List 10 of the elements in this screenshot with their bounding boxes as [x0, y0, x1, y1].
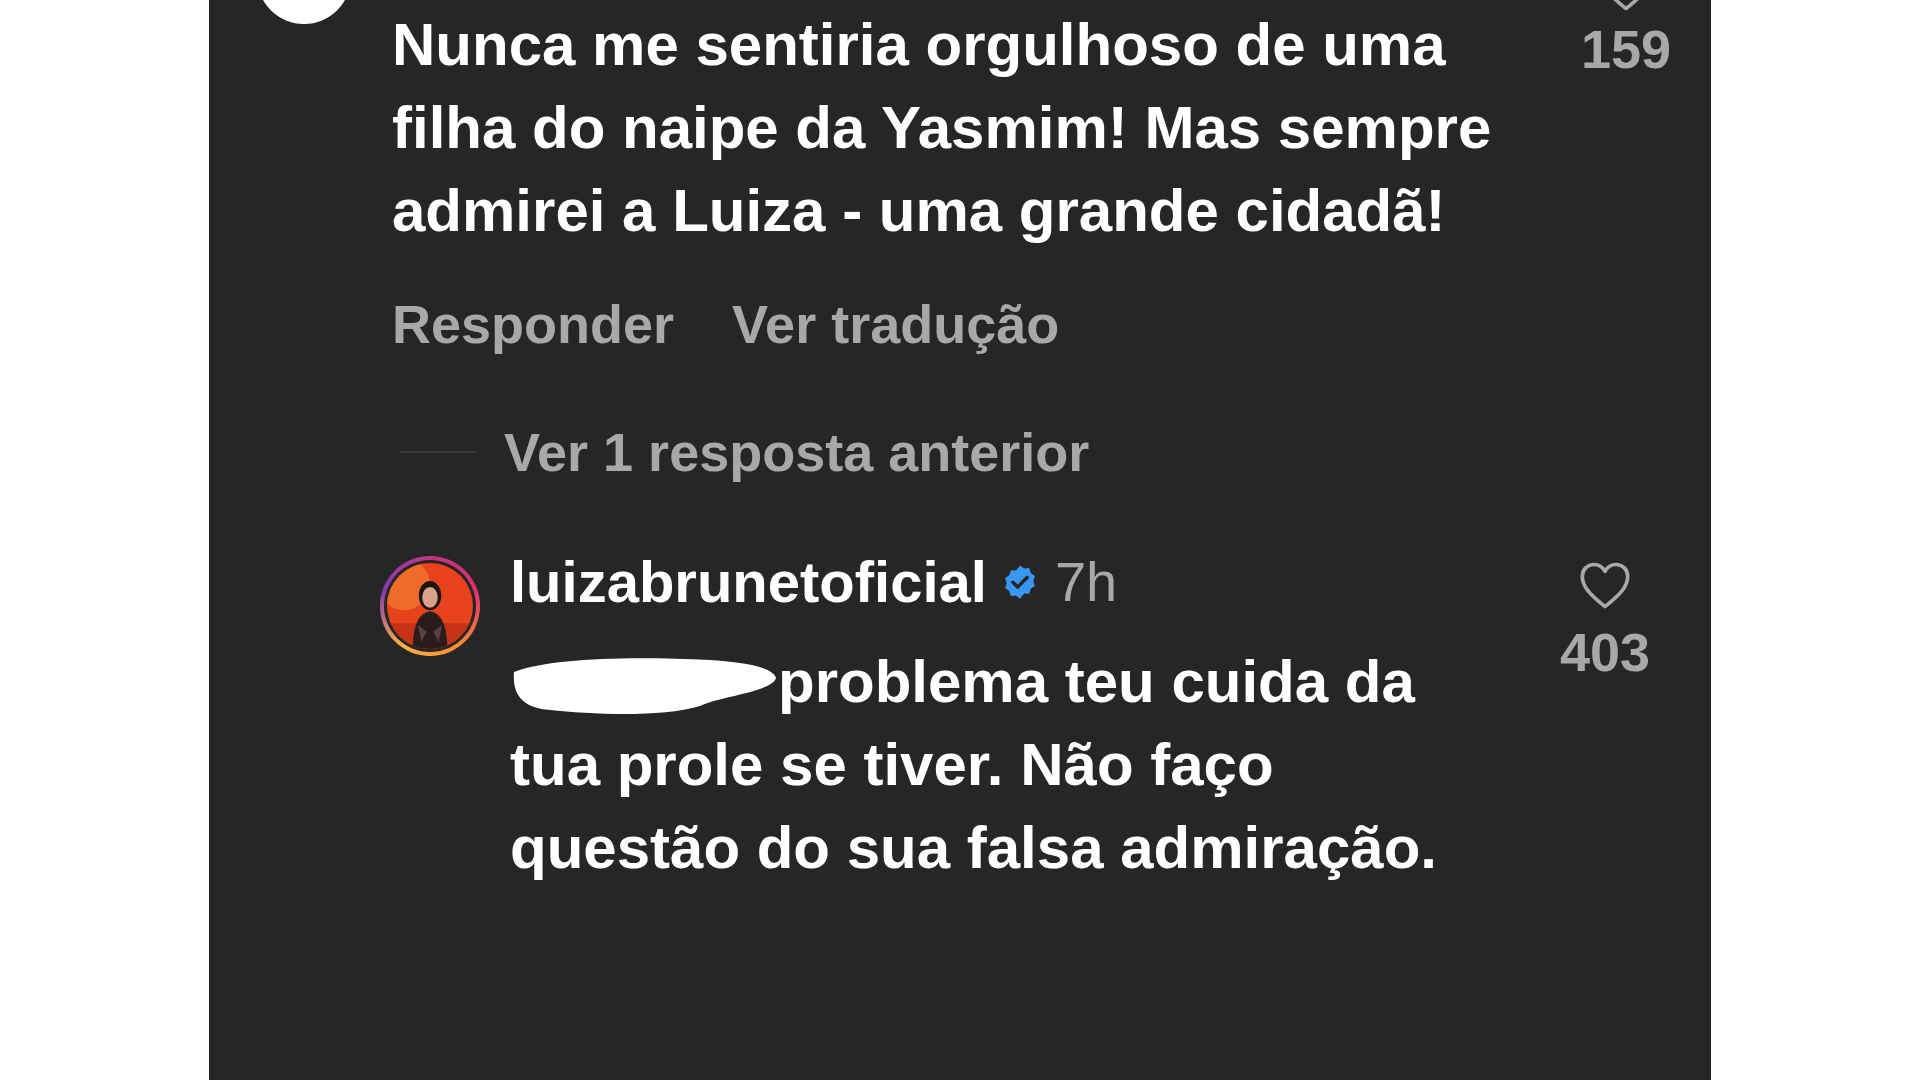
reply-text: problema teu cuida da tua prole se tiver. Não faço questão do sua falsa admiração. [510, 647, 1438, 883]
like-count: 159 [1580, 18, 1672, 81]
heart-icon[interactable] [1577, 560, 1633, 610]
comment-action-link[interactable]: Responder [392, 292, 675, 356]
comment-text: Nunca me sentiria orgulhoso de uma filha do naipe da Yasmim! Mas sempre admirei a Luiza - uma grande cidadã! [392, 10, 1493, 246]
username[interactable]: luizabrunetoficial [510, 550, 987, 614]
comment-time: 7h [1054, 550, 1118, 614]
like-count: 403 [1559, 621, 1651, 684]
comment-action-link[interactable]: Ver tradução [732, 292, 1060, 356]
view-replies-link[interactable]: Ver 1 resposta anterior [504, 420, 1090, 484]
